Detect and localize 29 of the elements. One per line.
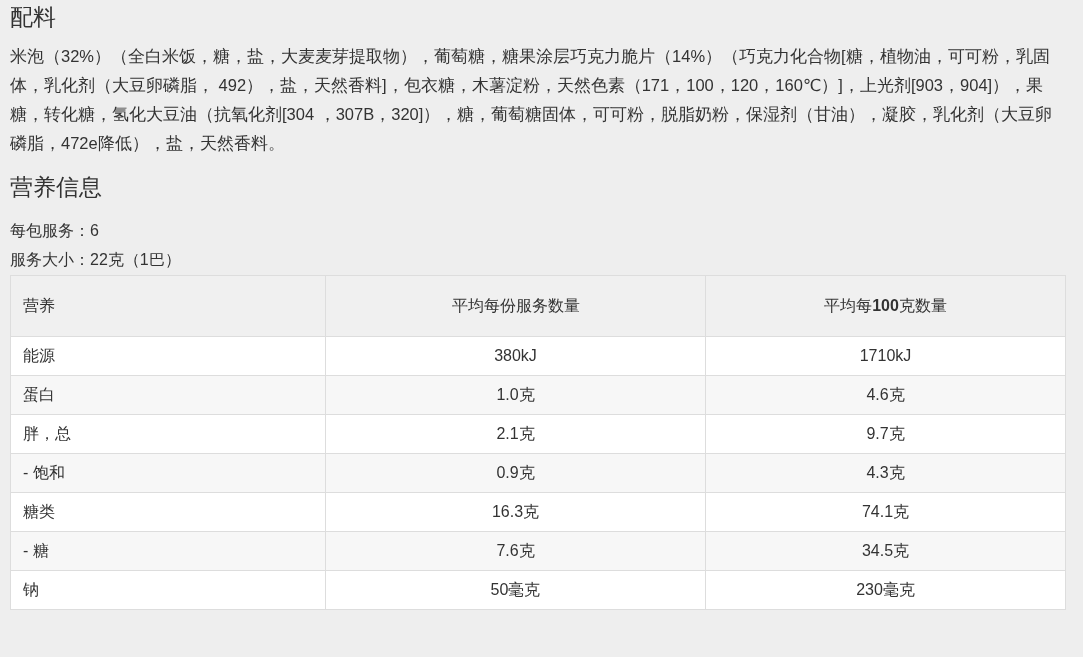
table-cell: 7.6克 xyxy=(325,531,706,571)
table-cell: 蛋白 xyxy=(10,375,326,415)
column-header: 平均每份服务数量 xyxy=(325,275,706,337)
section-heading: 配料 xyxy=(10,3,57,32)
table-cell: - 糖 xyxy=(10,531,326,571)
table-cell: 9.7克 xyxy=(705,414,1066,454)
section-heading: 营养信息 xyxy=(10,173,103,202)
ingredients-text: 米泡（32%）（全白米饭，糖，盐，大麦麦芽提取物），葡萄糖，糖果涂层巧克力脆片（14%）（巧克力化合物[糖，植物油，可可粉，乳固体，乳化剂（大豆卵磷脂， 492），盐，天然香料]，包衣糖，木薯淀粉，天然色素（171，100，120，160℃）]，上光剂[903，904]），果糖，转化糖，氢化大豆油（抗氧化剂[304 ，307B，320]），糖，葡萄糖固体，可可粉，脱脂奶粉，保湿剂（甘油），凝胶，乳化剂（大豆卵磷脂，472e降低），盐，天然香料。 xyxy=(10,46,1054,154)
table-cell: 16.3克 xyxy=(325,492,706,532)
table-cell: 34.5克 xyxy=(705,531,1066,571)
column-header: 营养 xyxy=(10,275,326,337)
table-cell: 380kJ xyxy=(325,336,706,376)
table-cell: 糖类 xyxy=(10,492,326,532)
table-cell: 50毫克 xyxy=(325,570,706,610)
table-cell: 钠 xyxy=(10,570,326,610)
table-cell: 胖，总 xyxy=(10,414,326,454)
serving-size: 服务大小：22克（1巴） xyxy=(10,250,182,270)
table-cell: 0.9克 xyxy=(325,453,706,493)
table-cell: 1710kJ xyxy=(705,336,1066,376)
table-cell: 4.6克 xyxy=(705,375,1066,415)
table-cell: 230毫克 xyxy=(705,570,1066,610)
table-cell: 74.1克 xyxy=(705,492,1066,532)
table-cell: - 饱和 xyxy=(10,453,326,493)
table-cell: 4.3克 xyxy=(705,453,1066,493)
table-cell: 2.1克 xyxy=(325,414,706,454)
table-cell: 1.0克 xyxy=(325,375,706,415)
servings-per-pack: 每包服务：6 xyxy=(10,221,100,241)
table-cell: 能源 xyxy=(10,336,326,376)
column-header: 平均每100克数量 xyxy=(705,275,1066,337)
